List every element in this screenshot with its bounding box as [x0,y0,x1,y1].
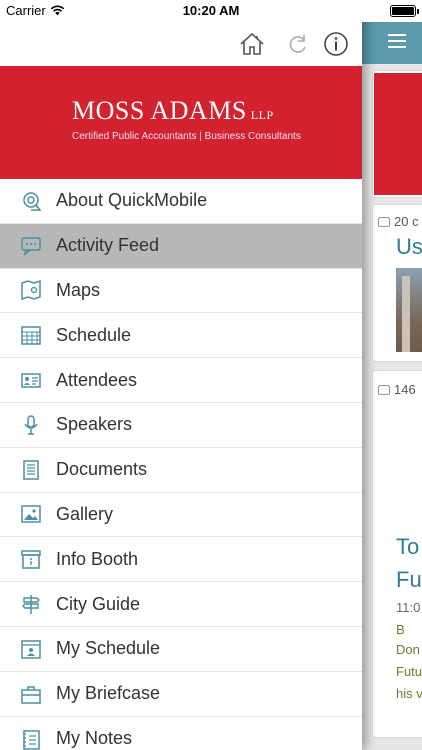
announcement-count: 146 [394,382,416,397]
logo-text: MOSS ADAMS [72,96,247,125]
side-menu: MOSS ADAMS LLP Certified Public Accountan… [0,0,362,750]
menu-item-info-booth[interactable]: Info Booth [0,537,362,583]
post-line2: Futu [396,664,422,679]
my-schedule-icon [21,640,41,659]
feed-header [362,22,422,64]
home-icon[interactable] [238,30,266,58]
menu-item-label: City Guide [56,593,141,614]
chat-icon [21,236,41,256]
menu-item-maps[interactable]: Maps [0,269,362,314]
signpost-icon [22,595,40,615]
post-line3: his v [396,686,422,701]
menu-item-my-schedule[interactable]: My Schedule [0,627,362,672]
menu-item-speakers[interactable]: Speakers [0,403,362,448]
calendar-icon [21,326,41,346]
briefcase-icon [21,685,41,704]
moss-adams-logo: MOSS ADAMS LLP [72,96,274,126]
menu-item-label: Speakers [56,414,133,435]
menu-item-city-guide[interactable]: City Guide [0,582,362,627]
menu-item-label: Maps [56,279,101,300]
menu-item-my-notes[interactable]: My Notes [0,717,362,750]
menu-item-label: Schedule [56,324,132,345]
menu-item-label: Gallery [56,503,114,524]
menu-item-label: My Notes [56,728,133,749]
menu-toolbar [0,22,362,66]
post-author: B [396,622,405,637]
status-time: 10:20 AM [182,3,240,18]
menu-item-schedule[interactable]: Schedule [0,313,362,359]
menu-list: About QuickMobile Activity Feed Maps Sch… [0,179,362,750]
menu-item-attendees[interactable]: Attendees [0,358,362,403]
photo-meta: 20 c [378,214,419,229]
document-icon [23,459,39,480]
post-line1: Don [396,642,420,657]
menu-item-documents[interactable]: Documents [0,448,362,493]
microphone-icon [24,415,38,435]
map-icon [21,280,41,301]
card-title: Us [396,234,422,259]
notes-icon [23,730,40,750]
camera-icon [378,216,390,227]
info-icon[interactable] [322,30,350,58]
post-title-line1: To [396,534,420,559]
menu-item-label: Info Booth [56,548,139,569]
feed-banner-image [374,73,422,195]
post-title-line2: Fu [396,567,422,592]
megaphone-icon [378,384,390,395]
battery-icon [390,5,419,17]
refresh-icon[interactable] [284,30,312,58]
menu-item-label: My Schedule [56,638,161,659]
image-icon [21,505,41,524]
contact-card-icon [21,373,41,388]
menu-item-activity-feed[interactable]: Activity Feed [0,223,362,269]
menu-item-label: My Briefcase [56,683,161,704]
menu-item-my-briefcase[interactable]: My Briefcase [0,672,362,717]
menu-item-label: About QuickMobile [56,190,208,211]
announcement-meta: 146 [378,382,416,397]
info-booth-icon [21,550,41,570]
hamburger-menu-icon[interactable] [388,34,406,50]
menu-item-about-quickmobile[interactable]: About QuickMobile [0,179,362,224]
menu-item-label: Documents [56,459,148,480]
banner-tagline: Certified Public Accountants | Business … [72,131,301,142]
status-bar: Carrier 10:20 AM [0,0,422,22]
moss-adams-banner: MOSS ADAMS LLP Certified Public Accountan… [0,66,362,179]
post-time: 11:0 [396,600,421,615]
menu-item-gallery[interactable]: Gallery [0,493,362,538]
menu-item-label: Activity Feed [56,235,160,256]
photo-count: 20 c [394,214,419,229]
logo-suffix: LLP [250,108,274,122]
menu-item-label: Attendees [56,369,138,390]
photo-thumbnail[interactable] [396,268,422,352]
search-icon [23,192,42,211]
